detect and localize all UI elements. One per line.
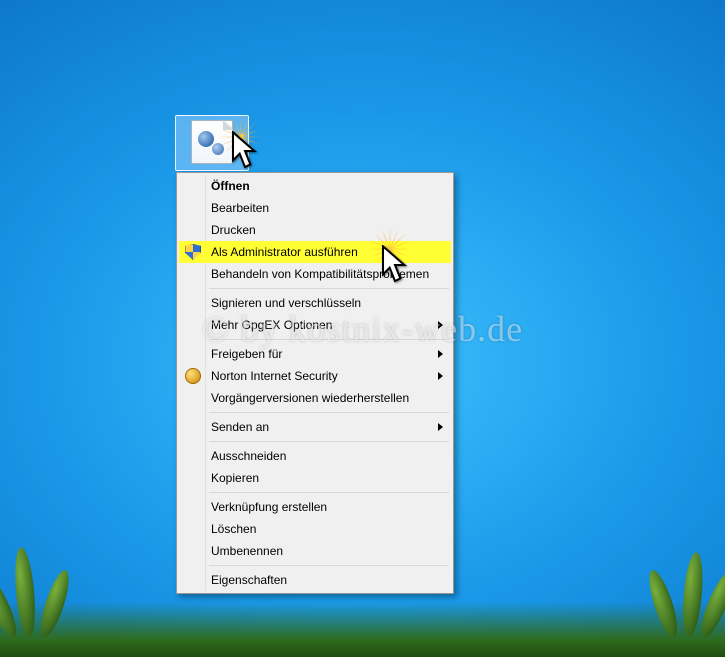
menu-compat[interactable]: Behandeln von Kompatibilitätsproblemen <box>179 263 451 285</box>
menu-separator <box>209 441 449 442</box>
gear-icon <box>212 143 224 155</box>
menu-edit[interactable]: Bearbeiten <box>179 197 451 219</box>
menu-label: Mehr GpgEX Optionen <box>211 318 332 332</box>
menu-share[interactable]: Freigeben für <box>179 343 451 365</box>
menu-label: Kopieren <box>211 471 259 485</box>
menu-label: Ausschneiden <box>211 449 286 463</box>
context-menu: Öffnen Bearbeiten Drucken Als Administra… <box>176 172 454 594</box>
submenu-arrow-icon <box>438 350 443 358</box>
menu-label: Als Administrator ausführen <box>211 245 358 259</box>
menu-gpgex[interactable]: Mehr GpgEX Optionen <box>179 314 451 336</box>
menu-copy[interactable]: Kopieren <box>179 467 451 489</box>
menu-open[interactable]: Öffnen <box>179 175 451 197</box>
menu-sign-encrypt[interactable]: Signieren und verschlüsseln <box>179 292 451 314</box>
uac-shield-icon <box>185 244 201 260</box>
menu-previous-versions[interactable]: Vorgängerversionen wiederherstellen <box>179 387 451 409</box>
menu-separator <box>209 288 449 289</box>
menu-rename[interactable]: Umbenennen <box>179 540 451 562</box>
menu-properties[interactable]: Eigenschaften <box>179 569 451 591</box>
menu-separator <box>209 339 449 340</box>
bat-file-icon <box>191 120 233 164</box>
menu-separator <box>209 492 449 493</box>
menu-send-to[interactable]: Senden an <box>179 416 451 438</box>
submenu-arrow-icon <box>438 372 443 380</box>
menu-label: Öffnen <box>211 179 250 193</box>
submenu-arrow-icon <box>438 321 443 329</box>
menu-label: Vorgängerversionen wiederherstellen <box>211 391 409 405</box>
menu-label: Verknüpfung erstellen <box>211 500 327 514</box>
menu-separator <box>209 412 449 413</box>
submenu-arrow-icon <box>438 423 443 431</box>
norton-icon <box>185 368 201 384</box>
menu-label: Senden an <box>211 420 269 434</box>
menu-label: Drucken <box>211 223 256 237</box>
menu-delete[interactable]: Löschen <box>179 518 451 540</box>
grass-decor <box>0 602 725 657</box>
menu-cut[interactable]: Ausschneiden <box>179 445 451 467</box>
desktop[interactable]: © by kostnix-web.de Öffnen Bearbeiten Dr… <box>0 0 725 657</box>
menu-create-shortcut[interactable]: Verknüpfung erstellen <box>179 496 451 518</box>
menu-norton[interactable]: Norton Internet Security <box>179 365 451 387</box>
menu-label: Eigenschaften <box>211 573 287 587</box>
menu-label: Signieren und verschlüsseln <box>211 296 361 310</box>
menu-label: Norton Internet Security <box>211 369 338 383</box>
menu-label: Umbenennen <box>211 544 283 558</box>
menu-label: Löschen <box>211 522 256 536</box>
menu-label: Bearbeiten <box>211 201 269 215</box>
menu-print[interactable]: Drucken <box>179 219 451 241</box>
menu-label: Freigeben für <box>211 347 282 361</box>
menu-label: Behandeln von Kompatibilitätsproblemen <box>211 267 429 281</box>
menu-separator <box>209 565 449 566</box>
menu-run-as-admin[interactable]: Als Administrator ausführen <box>179 241 451 263</box>
gear-icon <box>198 131 214 147</box>
desktop-icon-selected[interactable] <box>175 115 249 171</box>
